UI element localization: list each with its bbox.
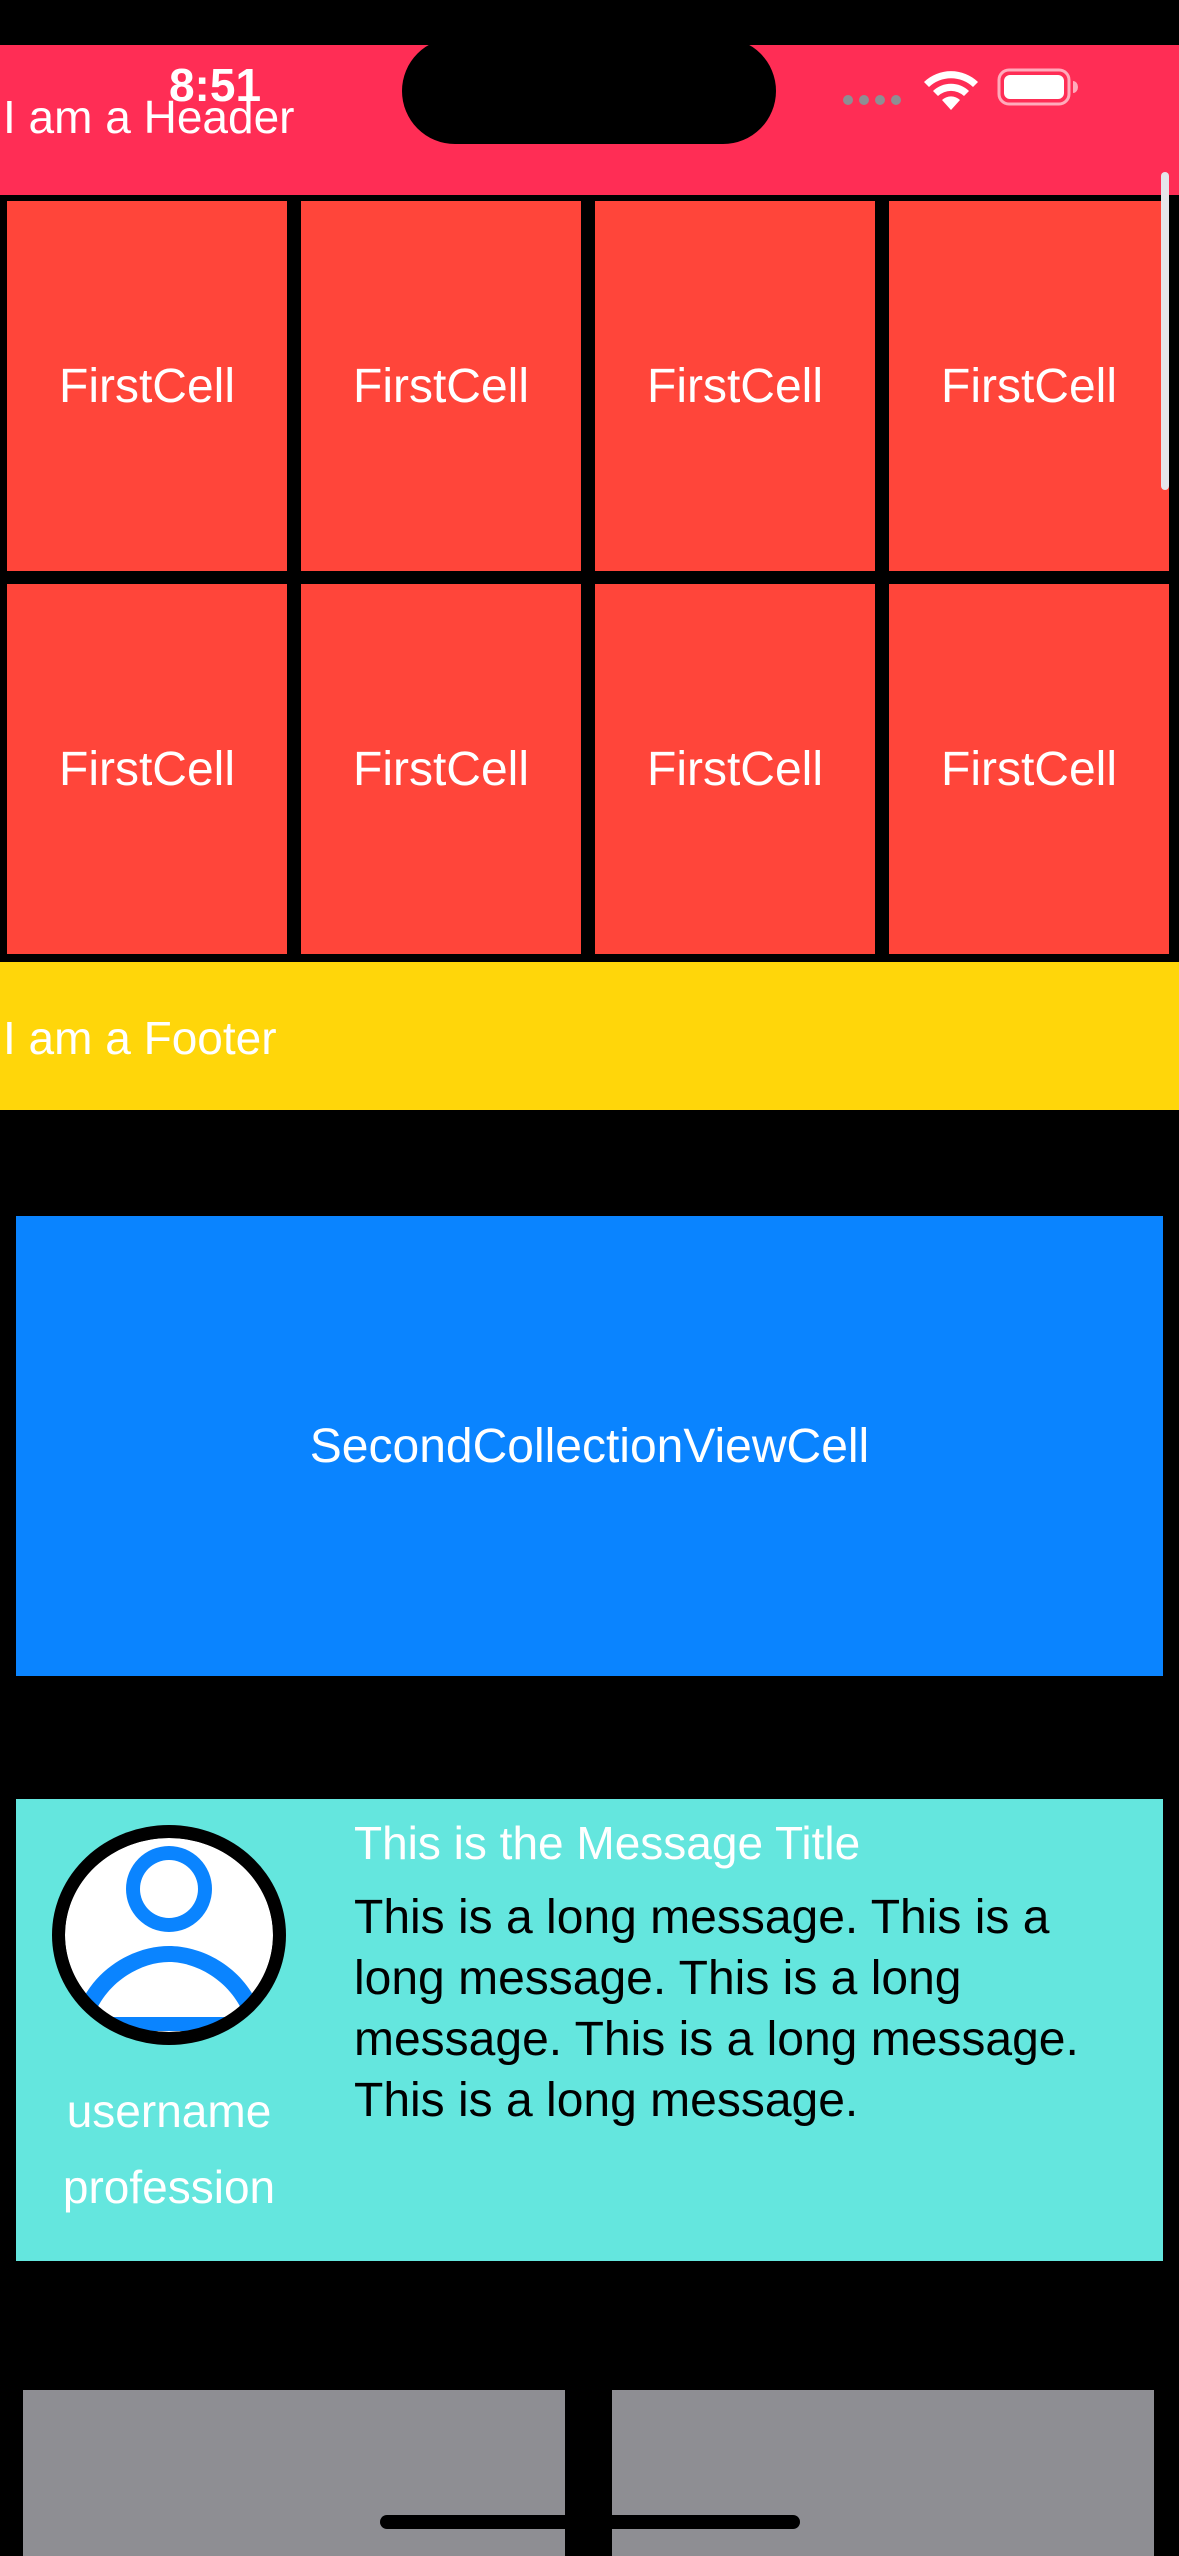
first-cell[interactable]: FirstCell: [889, 584, 1169, 954]
first-cell[interactable]: FirstCell: [7, 201, 287, 571]
username-label: username: [66, 2085, 272, 2137]
second-cell-label: SecondCollectionViewCell: [309, 1419, 870, 1473]
first-cell-label: FirstCell: [941, 742, 1117, 796]
vertical-scroll-indicator[interactable]: [1161, 172, 1169, 490]
footer-label: I am a Footer: [3, 1012, 277, 1064]
first-cell[interactable]: FirstCell: [301, 201, 581, 571]
status-time: 8:51: [168, 59, 262, 111]
dynamic-island: [402, 38, 776, 144]
wifi-icon: [924, 71, 978, 110]
person-circle-icon[interactable]: [45, 1818, 293, 2052]
profession-label: profession: [62, 2161, 276, 2213]
signal-dots-icon: [843, 93, 903, 107]
first-cell[interactable]: FirstCell: [889, 201, 1169, 571]
first-cell[interactable]: FirstCell: [595, 201, 875, 571]
home-indicator[interactable]: [380, 2515, 800, 2529]
first-cell[interactable]: FirstCell: [301, 584, 581, 954]
first-cell-label: FirstCell: [647, 742, 823, 796]
second-collection-cell[interactable]: SecondCollectionViewCell: [16, 1216, 1163, 1676]
first-cell-label: FirstCell: [59, 359, 235, 413]
first-cell-label: FirstCell: [647, 359, 823, 413]
first-cell[interactable]: FirstCell: [7, 584, 287, 954]
first-cell[interactable]: FirstCell: [595, 584, 875, 954]
first-cell-label: FirstCell: [353, 742, 529, 796]
gray-cell[interactable]: [612, 2390, 1154, 2556]
message-title: This is the Message Title: [354, 1817, 861, 1869]
first-cell-label: FirstCell: [353, 359, 529, 413]
battery-icon: [997, 68, 1078, 106]
message-body: This is a long message. This is a long m…: [354, 1891, 1079, 2127]
first-cell-label: FirstCell: [941, 359, 1117, 413]
gray-cell[interactable]: [23, 2390, 565, 2556]
first-cell-label: FirstCell: [59, 742, 235, 796]
